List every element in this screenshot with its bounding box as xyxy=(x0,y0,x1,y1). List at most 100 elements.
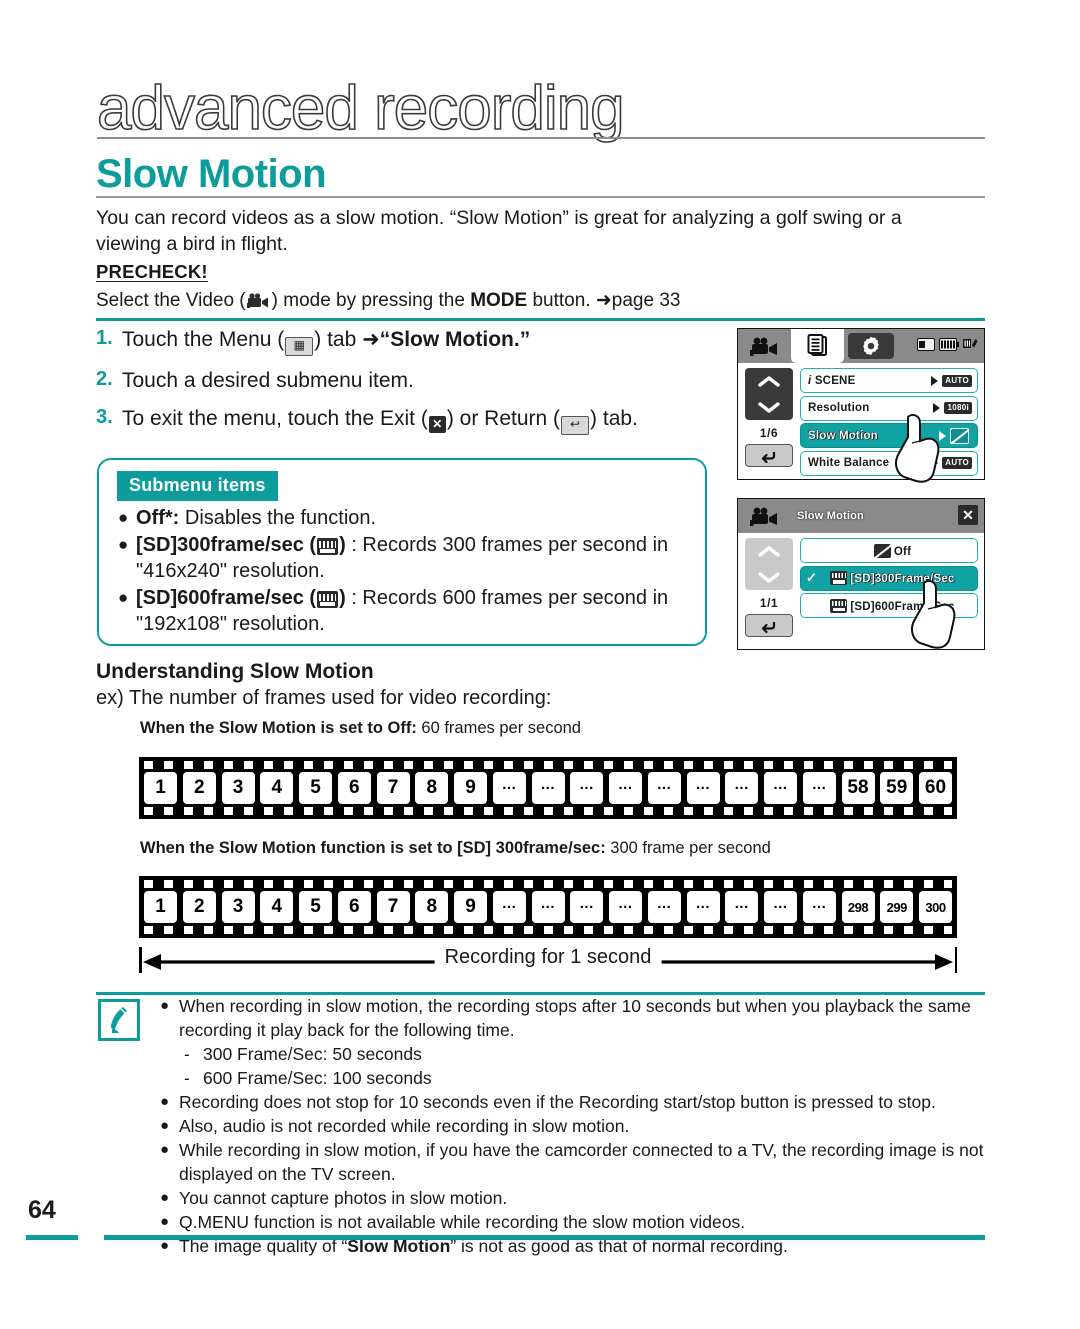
menu-row-white-balance[interactable]: White Balance AUTO xyxy=(800,450,978,476)
chevron-right-icon xyxy=(939,430,946,441)
camcorder-icon xyxy=(749,337,777,356)
lcd-menu-screen: 1/6 i SCENE AUTO Resolution 1080i Slow M… xyxy=(737,328,985,483)
tab-menu-pages[interactable] xyxy=(791,329,844,363)
menu-row-iscene[interactable]: i SCENE AUTO xyxy=(800,368,978,393)
note-text: You cannot capture photos in slow motion… xyxy=(179,1188,508,1208)
submenu-item-off: ● Off*: Disables the function. xyxy=(118,505,693,531)
filmstrip-60fps: 1 2 3 4 5 6 7 8 9........................... 58 59… xyxy=(139,757,957,819)
chevron-right-icon xyxy=(931,375,939,386)
chapter-divider xyxy=(97,137,985,139)
step-3: 3. To exit the menu, touch the Exit (✕) … xyxy=(96,406,736,435)
step-1-number: 1. xyxy=(96,327,113,349)
understanding-title: Understanding Slow Motion xyxy=(96,660,374,683)
menu-row-iscene-label: i SCENE xyxy=(808,374,856,387)
film-frame: ... xyxy=(609,891,642,923)
filmstrip-60fps-frames: 1 2 3 4 5 6 7 8 9........................... 58 59… xyxy=(144,771,952,805)
lcd-menu-page-indicator: 1/6 xyxy=(759,426,779,440)
page-number-rule xyxy=(26,1235,78,1240)
note-item: ● When recording in slow motion, the reco… xyxy=(160,994,985,1042)
bullet-icon: ● xyxy=(160,1117,170,1134)
nav-arrows xyxy=(745,368,793,420)
film-frame: 7 xyxy=(376,772,410,804)
step-2-number: 2. xyxy=(96,368,113,390)
note-item: ● Also, audio is not recorded while recor… xyxy=(160,1114,985,1138)
menu-row-resolution[interactable]: Resolution 1080i xyxy=(800,395,978,421)
camcorder-icon xyxy=(246,292,271,310)
submenu-mode-icon-wrap xyxy=(738,499,791,533)
menu-row-slow-motion[interactable]: Slow Motion xyxy=(800,423,978,448)
nav-up-button[interactable] xyxy=(745,538,793,564)
step-1-text: Touch the Menu (▦) tab ➜“Slow Motion.” xyxy=(122,327,530,356)
tab-settings[interactable] xyxy=(848,333,894,359)
slowmo-off-icon xyxy=(873,543,891,558)
lcd-submenu-close-button[interactable]: ✕ xyxy=(958,505,978,525)
submenu-item-600: ● [SD]600frame/sec () : Records 600 fram… xyxy=(118,585,693,637)
film-frame: 59 xyxy=(880,772,914,804)
nav-up-button[interactable] xyxy=(745,368,793,394)
nav-down-button[interactable] xyxy=(745,394,793,420)
film-frame: 1 xyxy=(144,772,177,804)
submenu-row-300-label: [SD]300Frame/Sec xyxy=(830,571,954,585)
tab-camcorder[interactable] xyxy=(738,329,791,363)
film-frame: ... xyxy=(492,891,526,923)
film-frame: ... xyxy=(802,772,836,804)
bullet-icon: ● xyxy=(160,1093,170,1110)
bullet-icon: ● xyxy=(160,997,170,1014)
return-icon xyxy=(761,451,776,463)
filmstrip-2-caption-bold: When the Slow Motion function is set to … xyxy=(140,839,606,857)
film-frame: ... xyxy=(609,772,642,804)
note-text: Q.MENU function is not available while r… xyxy=(179,1212,746,1232)
dash-icon: - xyxy=(184,1068,190,1088)
film-frame: 3 xyxy=(221,891,255,923)
lcd-submenu-return-button[interactable] xyxy=(745,614,793,637)
film-frame: ... xyxy=(531,891,565,923)
film-frame: 4 xyxy=(260,772,294,804)
submenu-row-300[interactable]: ✓ [SD]300Frame/Sec xyxy=(800,565,978,591)
menu-row-iscene-badge: AUTO xyxy=(942,374,972,387)
battery-icon xyxy=(939,337,959,351)
bullet-icon: ● xyxy=(160,1141,170,1158)
exit-icon: ✕ xyxy=(428,416,446,433)
chapter-title: advanced recording xyxy=(96,74,625,143)
menu-row-iscene-value: AUTO xyxy=(931,374,972,387)
lcd-submenu-titlebar: Slow Motion ✕ xyxy=(738,499,984,533)
film-frame: 9 xyxy=(454,891,487,923)
submenu-row-600[interactable]: [SD]600Frame/Sec xyxy=(800,593,978,618)
step-3-number: 3. xyxy=(96,406,113,428)
lcd-submenu-screen: Slow Motion ✕ 1/1 Off ✓ [SD]300Frame/Sec xyxy=(737,498,985,650)
note-subitem: -300 Frame/Sec: 50 seconds xyxy=(184,1042,985,1066)
footer-rule xyxy=(104,1235,985,1240)
precheck-divider xyxy=(96,318,985,321)
slowmo-off-icon xyxy=(950,427,969,444)
film-frame: 6 xyxy=(337,891,371,923)
film-frame: 9 xyxy=(454,772,487,804)
film-frame: 8 xyxy=(415,772,449,804)
submenu-row-off[interactable]: Off xyxy=(800,538,978,563)
pages-icon xyxy=(807,334,827,356)
film-frame: ... xyxy=(492,772,526,804)
chevron-up-icon xyxy=(758,375,780,387)
bullet-icon: ● xyxy=(118,588,129,607)
bullet-icon: ● xyxy=(160,1189,170,1206)
film-frame: ... xyxy=(764,891,797,923)
submenu-item-300-icon-wrap: () xyxy=(303,534,346,556)
submenu-item-off-text: Off*: Disables the function. xyxy=(136,505,376,531)
lcd-menu-return-button[interactable] xyxy=(745,444,793,467)
page-reference: page 33 xyxy=(611,290,681,311)
precheck-mid: ) mode by pressing the xyxy=(271,290,471,311)
film-frame: 60 xyxy=(919,772,952,804)
step-3-text: To exit the menu, touch the Exit (✕) or … xyxy=(122,406,638,435)
intro-paragraph: You can record videos as a slow motion. … xyxy=(96,207,902,255)
precheck-suffix: button. ➜ xyxy=(527,290,612,311)
step-2-text: Touch a desired submenu item. xyxy=(122,369,414,392)
nav-down-button[interactable] xyxy=(745,564,793,590)
film-frame: 299 xyxy=(880,891,914,923)
submenu-row-600-label: [SD]600Frame/Sec xyxy=(830,598,954,613)
film-frame: 2 xyxy=(182,891,216,923)
film-600-icon xyxy=(317,591,339,608)
note-text: While recording in slow motion, if you h… xyxy=(179,1140,984,1184)
bullet-icon: ● xyxy=(118,535,129,554)
steps-list: 1. Touch the Menu (▦) tab ➜“Slow Motion.… xyxy=(96,327,736,447)
step-3-post: ) tab. xyxy=(590,407,638,430)
precheck-text: Select the Video () mode by pressing the… xyxy=(96,288,796,314)
